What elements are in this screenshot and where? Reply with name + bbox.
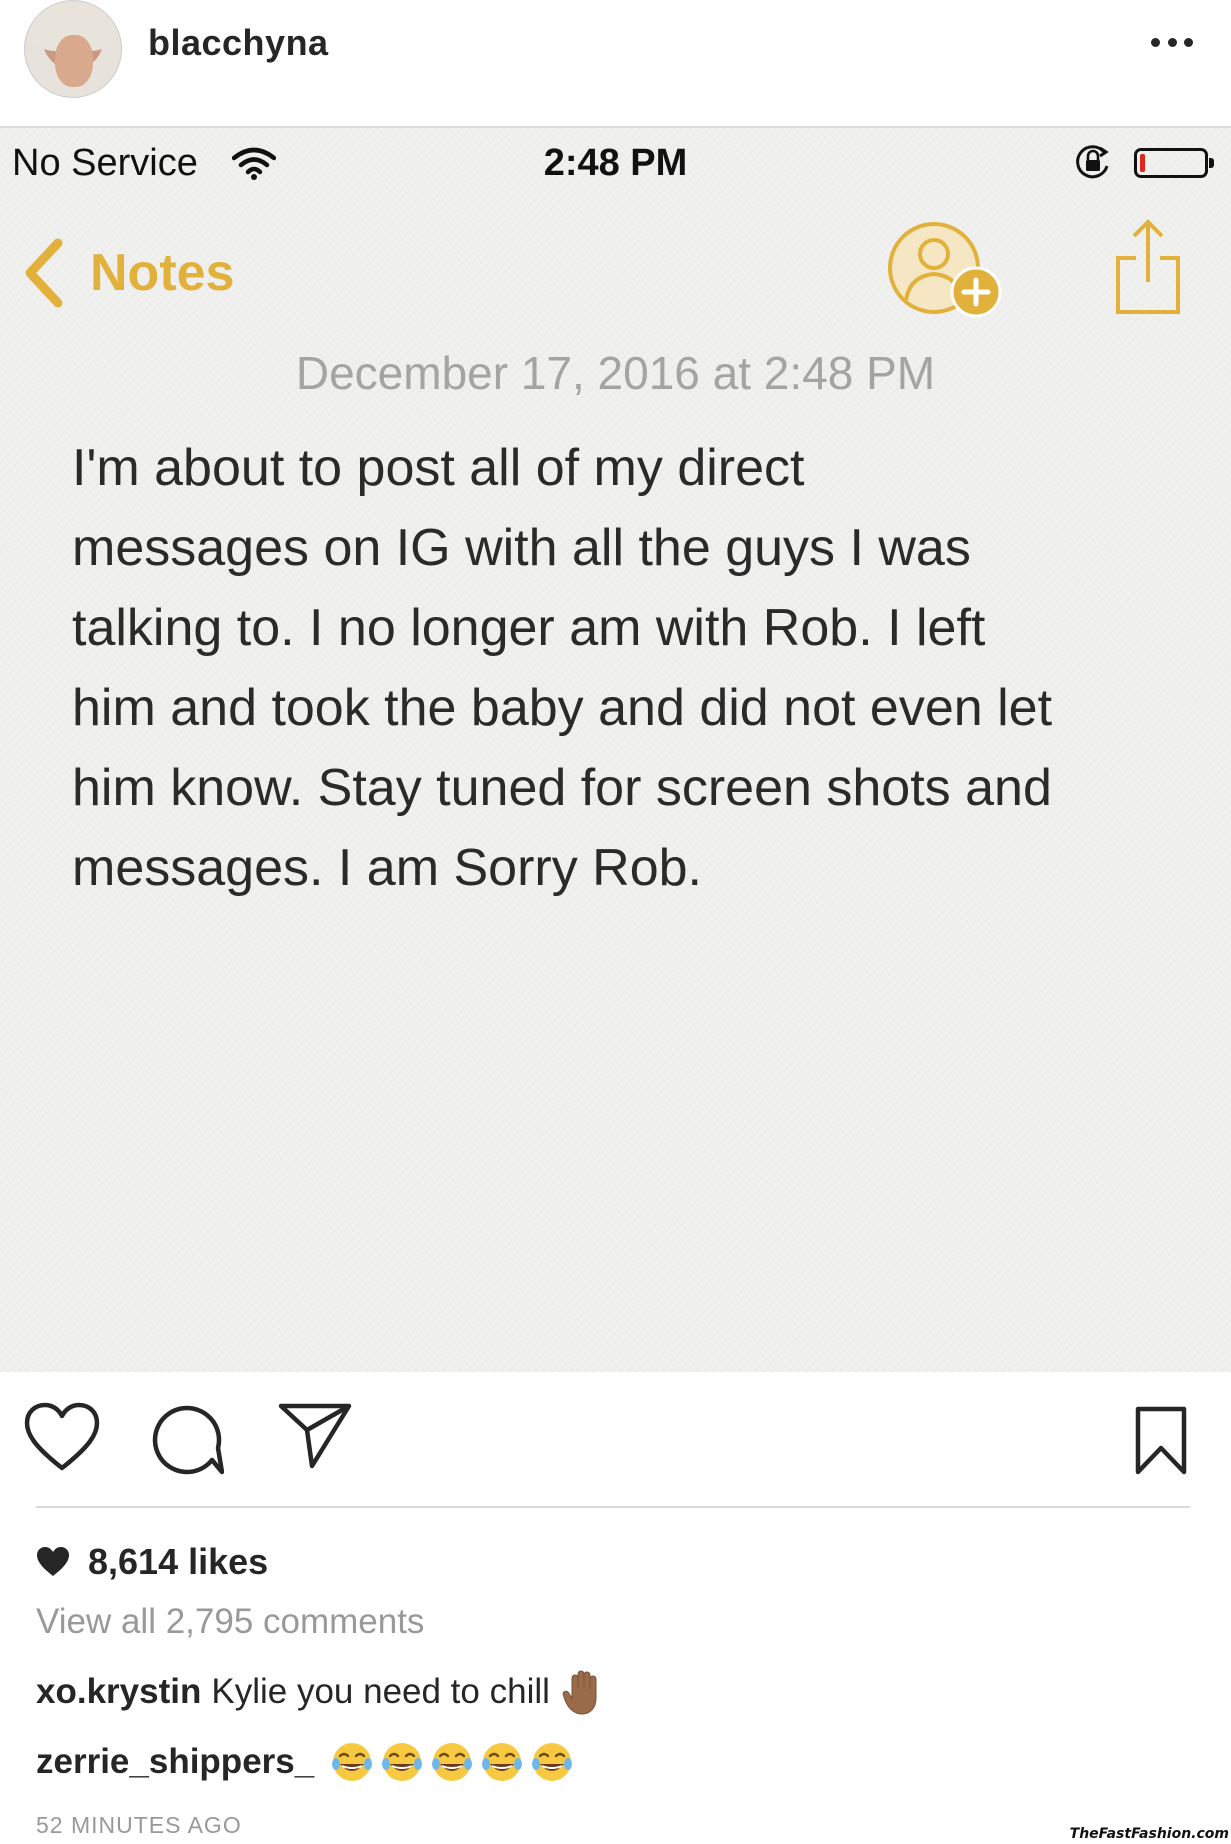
heart-icon[interactable]	[24, 1402, 100, 1472]
tears-of-joy-emoji-icon	[482, 1743, 523, 1781]
notes-back-button[interactable]: Notes	[20, 228, 234, 318]
share-icon[interactable]	[1112, 218, 1184, 316]
more-options-icon[interactable]	[1151, 38, 1193, 50]
battery-level	[1140, 154, 1145, 172]
tears-of-joy-emoji-icon	[332, 1743, 373, 1781]
post-action-bar	[0, 1372, 1231, 1508]
note-body[interactable]: I'm about to post all of my direct messa…	[72, 428, 1182, 908]
likes-count[interactable]: 8,614 likes	[36, 1540, 268, 1584]
comment: xo.krystin Kylie you need to chill	[36, 1668, 606, 1716]
raised-hand-emoji-icon	[562, 1670, 597, 1715]
note-date: December 17, 2016 at 2:48 PM	[295, 347, 936, 399]
rotation-lock-icon	[1076, 145, 1109, 179]
tears-of-joy-emoji-icon	[532, 1743, 573, 1781]
bookmark-icon[interactable]	[1134, 1406, 1188, 1476]
tears-of-joy-emoji-icon	[432, 1743, 473, 1781]
post-username[interactable]: blacchyna	[148, 22, 329, 64]
comment-text: Kylie you need to chill	[211, 1672, 550, 1711]
direct-icon[interactable]	[278, 1402, 352, 1470]
status-time: 2:48 PM	[543, 142, 688, 184]
watermark: TheFastFashion.com	[1069, 1826, 1229, 1842]
more-dot	[1151, 38, 1160, 47]
battery-icon	[1134, 148, 1214, 178]
comment-username[interactable]: zerrie_shippers_	[36, 1742, 314, 1782]
avatar-face	[55, 35, 93, 87]
avatar[interactable]	[24, 0, 122, 98]
notes-screenshot: No Service 2:48 PM Notes December 17, 20…	[0, 128, 1231, 1372]
tears-of-joy-emoji-icon	[382, 1743, 423, 1781]
more-dot	[1167, 38, 1177, 47]
chevron-left-icon	[25, 238, 63, 308]
divider	[36, 1506, 1190, 1508]
add-person-icon[interactable]	[884, 220, 1004, 324]
comment-icon[interactable]	[152, 1404, 224, 1476]
back-label: Notes	[90, 244, 235, 302]
likes-label: 8,614 likes	[88, 1541, 269, 1582]
post-timestamp: 52 MINUTES AGO	[36, 1812, 242, 1838]
comment: zerrie_shippers_	[36, 1740, 574, 1784]
post-header: blacchyna	[0, 0, 1231, 128]
more-dot	[1184, 38, 1193, 47]
comment-username[interactable]: xo.krystin	[36, 1672, 201, 1712]
view-all-comments-link[interactable]: View all 2,795 comments	[36, 1602, 424, 1642]
heart-filled-icon	[37, 1547, 69, 1576]
